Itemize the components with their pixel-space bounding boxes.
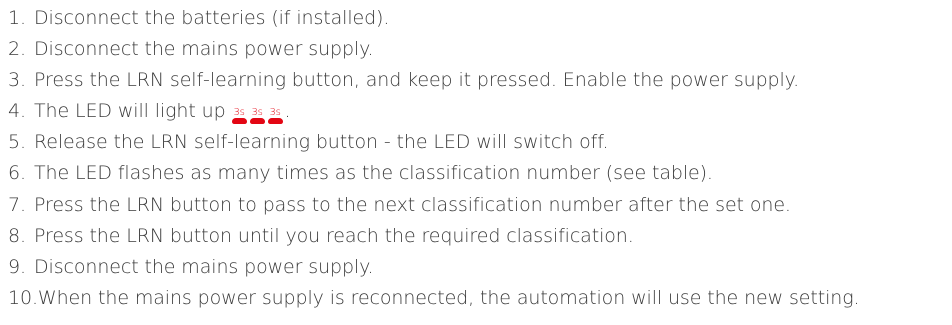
step-9: 9. Disconnect the mains power supply. — [8, 252, 859, 283]
step-5: 5. Release the LRN self-learning button … — [8, 127, 859, 158]
led-light-icon — [267, 118, 283, 125]
step-text: Press the LRN button until you reach the… — [34, 224, 634, 247]
step-text: When the mains power supply is reconnect… — [37, 286, 860, 309]
led-indicator: 3s — [231, 107, 247, 125]
step-8: 8. Press the LRN button until you reach … — [8, 221, 859, 252]
led-indicator: 3s — [249, 107, 265, 125]
step-10: 10. When the mains power supply is recon… — [8, 283, 860, 314]
step-text: Press the LRN button to pass to the next… — [34, 193, 791, 216]
step-text: Release the LRN self-learning button - t… — [34, 131, 609, 154]
step-text: The LED will light up — [34, 100, 226, 123]
led-indicator-group: 3s 3s 3s — [231, 107, 286, 126]
step-text: Disconnect the mains power supply. — [34, 255, 374, 278]
instruction-list: 1. Disconnect the batteries (if installe… — [8, 3, 860, 314]
step-number: 9. — [8, 255, 26, 278]
led-indicator: 3s — [267, 107, 283, 125]
led-duration-label: 3s — [233, 107, 245, 119]
step-text: Press the LRN self-learning button, and … — [34, 69, 800, 92]
step-4: 4. The LED will light up 3s 3s 3s . — [8, 96, 859, 127]
led-light-icon — [231, 118, 247, 125]
step-1: 1. Disconnect the batteries (if installe… — [8, 3, 859, 34]
step-number: 1. — [8, 7, 26, 29]
step-number: 8. — [8, 224, 26, 247]
step-number: 7. — [8, 193, 26, 216]
step-text: Disconnect the mains power supply. — [34, 38, 374, 61]
step-number: 2. — [8, 38, 26, 61]
led-duration-label: 3s — [251, 107, 263, 119]
step-3: 3. Press the LRN self-learning button, a… — [8, 65, 859, 96]
step-number: 5. — [8, 131, 26, 154]
step-number: 10. — [8, 286, 38, 309]
step-7: 7. Press the LRN button to pass to the n… — [8, 190, 859, 221]
led-light-icon — [249, 118, 265, 125]
step-text-end: . — [284, 100, 291, 123]
step-number: 3. — [8, 69, 26, 92]
step-number: 4. — [8, 100, 26, 123]
step-text: Disconnect the batteries (if installed). — [34, 7, 390, 29]
step-6: 6. The LED flashes as many times as the … — [8, 158, 859, 189]
step-number: 6. — [8, 162, 26, 185]
led-duration-label: 3s — [269, 107, 281, 119]
step-2: 2. Disconnect the mains power supply. — [8, 34, 859, 65]
step-text: The LED flashes as many times as the cla… — [34, 162, 713, 185]
